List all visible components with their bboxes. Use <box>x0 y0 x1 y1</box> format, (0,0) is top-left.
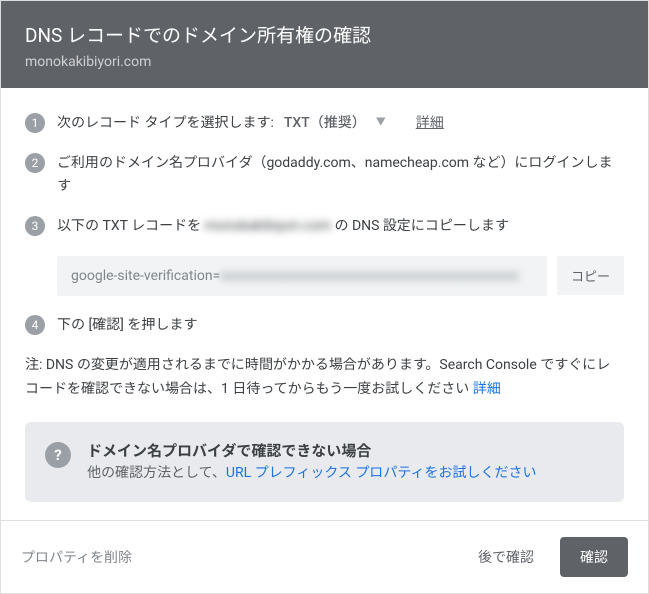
info-text: 他の確認方法として、URL プレフィックス プロパティをお試しください <box>87 463 537 484</box>
verify-dialog: DNS レコードでのドメイン所有権の確認 monokakibiyori.com … <box>0 0 649 594</box>
blurred-domain: monokakibiyori.com <box>205 218 331 234</box>
dialog-content: 1 次のレコード タイプを選択します: TXT（推奨） ▼ 詳細 2 ご利用のド… <box>1 88 648 520</box>
step-2: 2 ご利用のドメイン名プロバイダ（godaddy.com、namecheap.c… <box>25 152 624 197</box>
remove-property-link[interactable]: プロパティを削除 <box>21 547 132 567</box>
step-3-suffix: の DNS 設定にコピーします <box>331 218 509 234</box>
domain-name: monokakibiyori.com <box>25 54 624 70</box>
step-3: 3 以下の TXT レコードを monokakibiyori.com の DNS… <box>25 215 624 237</box>
dialog-footer: プロパティを削除 後で確認 確認 <box>1 520 648 593</box>
chevron-down-icon: ▼ <box>376 115 386 131</box>
later-button[interactable]: 後で確認 <box>468 539 544 575</box>
info-box: ? ドメイン名プロバイダで確認できない場合 他の確認方法として、URL プレフィ… <box>25 422 624 502</box>
step-1: 1 次のレコード タイプを選択します: TXT（推奨） ▼ 詳細 <box>25 112 624 134</box>
url-prefix-link[interactable]: URL プレフィックス プロパティをお試しください <box>226 465 537 481</box>
help-icon: ? <box>45 442 71 468</box>
step-number: 4 <box>25 315 45 335</box>
step-4-text: 下の [確認] を押します <box>57 314 624 336</box>
step-number: 1 <box>25 113 45 133</box>
note-details-link[interactable]: 詳細 <box>473 381 501 397</box>
step-number: 3 <box>25 216 45 236</box>
info-prefix: 他の確認方法として、 <box>87 465 226 481</box>
note-body: 注: DNS の変更が適用されるまでに時間がかかる場合があります。Search … <box>25 357 610 397</box>
copy-button[interactable]: コピー <box>557 256 624 295</box>
details-link[interactable]: 詳細 <box>416 112 444 134</box>
footer-actions: 後で確認 確認 <box>468 537 628 577</box>
txt-record-row: google-site-verification=xxxxxxxxxxxxxxx… <box>57 256 624 296</box>
txt-prefix: google-site-verification= <box>71 268 220 284</box>
info-title: ドメイン名プロバイダで確認できない場合 <box>87 440 537 461</box>
record-type-dropdown[interactable]: TXT（推奨） ▼ <box>284 112 386 134</box>
info-content: ドメイン名プロバイダで確認できない場合 他の確認方法として、URL プレフィック… <box>87 440 537 484</box>
step-3-text: 以下の TXT レコードを monokakibiyori.com の DNS 設… <box>57 215 624 237</box>
step-4: 4 下の [確認] を押します <box>25 314 624 336</box>
txt-record-value[interactable]: google-site-verification=xxxxxxxxxxxxxxx… <box>57 256 547 296</box>
dialog-header: DNS レコードでのドメイン所有権の確認 monokakibiyori.com <box>1 1 648 88</box>
note-text: 注: DNS の変更が適用されるまでに時間がかかる場合があります。Search … <box>25 354 624 402</box>
step-1-text: 次のレコード タイプを選択します: TXT（推奨） ▼ 詳細 <box>57 112 624 134</box>
dropdown-value: TXT（推奨） <box>284 112 366 134</box>
step-2-text: ご利用のドメイン名プロバイダ（godaddy.com、namecheap.com… <box>57 152 624 197</box>
txt-blurred-value: xxxxxxxxxxxxxxxxxxxxxxxxxxxxxxxxxxxxxxxx… <box>220 268 519 284</box>
step-3-prefix: 以下の TXT レコードを <box>57 218 205 234</box>
dialog-title: DNS レコードでのドメイン所有権の確認 <box>25 21 624 48</box>
step-1-label: 次のレコード タイプを選択します: <box>57 112 274 134</box>
verify-button[interactable]: 確認 <box>560 537 628 577</box>
step-number: 2 <box>25 153 45 173</box>
